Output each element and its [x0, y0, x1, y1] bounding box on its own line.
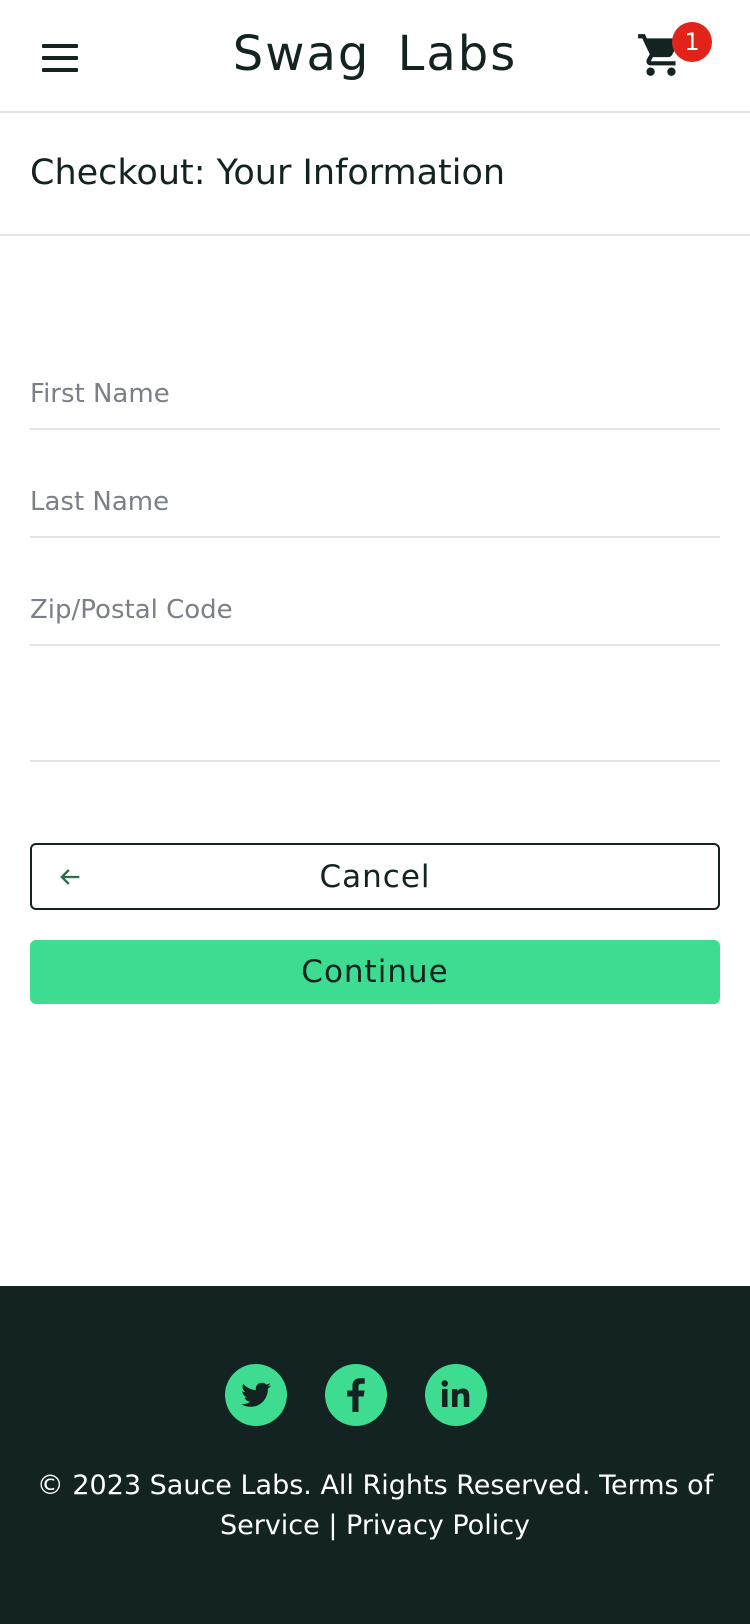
twitter-icon: [241, 1382, 271, 1407]
checkout-page: Swag Labs 1 Checkout: Your Information C…: [0, 0, 750, 1624]
zip-postal-code-field[interactable]: [30, 576, 720, 646]
last-name-field[interactable]: [30, 468, 720, 538]
secondary-header: Checkout: Your Information: [0, 113, 750, 236]
facebook-link[interactable]: [325, 1364, 387, 1426]
page-title: Checkout: Your Information: [30, 153, 506, 193]
continue-button-label: Continue: [301, 954, 449, 990]
first-name-field[interactable]: [30, 360, 720, 430]
footer: © 2023 Sauce Labs. All Rights Reserved. …: [0, 1286, 750, 1624]
cart-badge: 1: [672, 22, 712, 62]
error-message-container: [30, 760, 720, 762]
primary-header: Swag Labs 1: [0, 0, 750, 113]
continue-button[interactable]: Continue: [30, 940, 720, 1004]
linkedin-link[interactable]: [425, 1364, 487, 1426]
shopping-cart-link[interactable]: 1: [636, 22, 716, 92]
facebook-icon: [347, 1378, 365, 1412]
twitter-link[interactable]: [225, 1364, 287, 1426]
footer-copyright: © 2023 Sauce Labs. All Rights Reserved. …: [36, 1470, 714, 1541]
cancel-button[interactable]: Cancel: [30, 843, 720, 910]
cancel-button-label: Cancel: [319, 858, 431, 895]
arrow-left-icon: [60, 869, 80, 885]
linkedin-icon: [441, 1380, 470, 1407]
